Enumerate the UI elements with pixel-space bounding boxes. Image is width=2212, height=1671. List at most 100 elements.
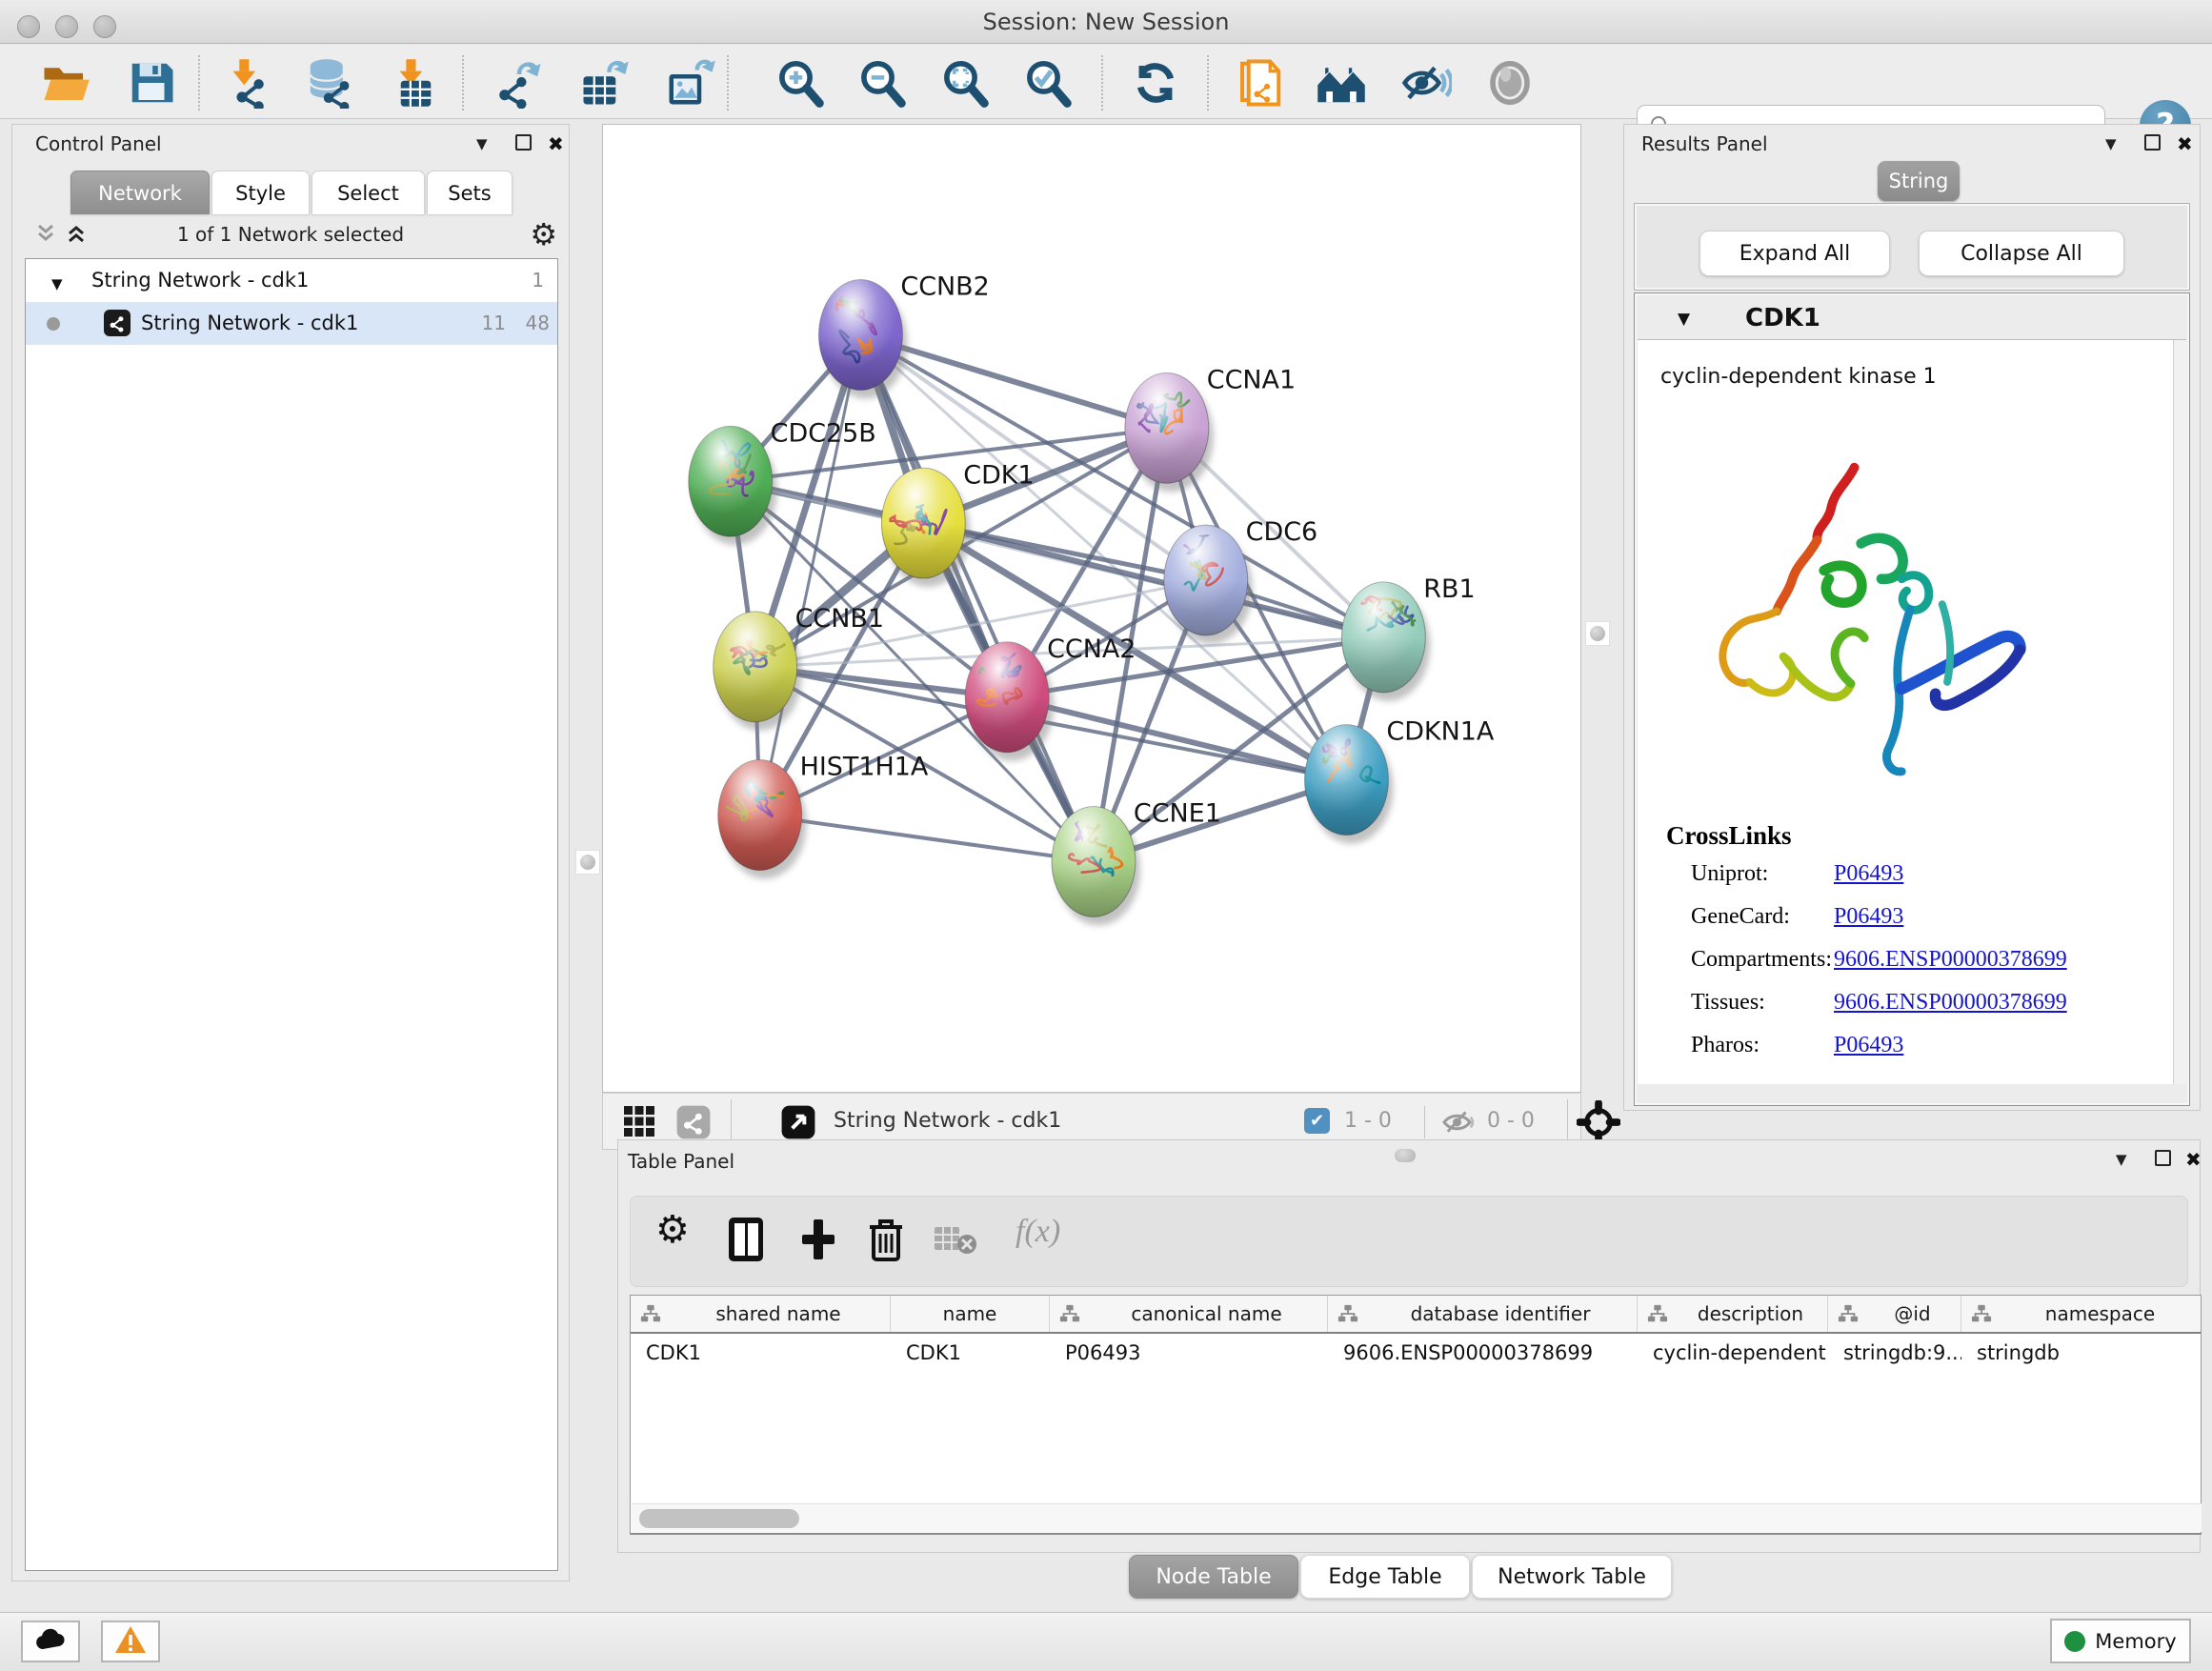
crosslink-pharos-link[interactable]: P06493 (1834, 1033, 1903, 1058)
grid-view-icon[interactable] (622, 1104, 656, 1142)
show-columns-button[interactable] (726, 1216, 766, 1267)
homes-button[interactable] (1316, 57, 1367, 109)
column-header[interactable]: description (1638, 1296, 1828, 1332)
table-panel-menu-button[interactable] (2116, 1148, 2127, 1171)
crosslink-compartments-link[interactable]: 9606.ENSP00000378699 (1834, 947, 2067, 973)
cell-database-identifier[interactable]: 9606.ENSP00000378699 (1328, 1334, 1638, 1374)
tab-select[interactable]: Select (312, 171, 425, 214)
column-header[interactable]: canonical name (1050, 1296, 1328, 1332)
import-network-file-button[interactable] (220, 57, 271, 109)
column-header[interactable]: shared name (631, 1296, 891, 1332)
zoom-selected-button[interactable] (1022, 57, 1074, 109)
crosslink-uniprot-link[interactable]: P06493 (1834, 861, 1903, 887)
zoom-out-button[interactable] (856, 57, 908, 109)
selected-checkbox-icon[interactable] (1304, 1108, 1330, 1134)
network-edge-count: 48 (512, 312, 550, 334)
table-settings-gear-button[interactable] (655, 1208, 690, 1252)
export-image-button[interactable] (665, 57, 716, 109)
column-type-icon (640, 1303, 661, 1324)
tab-network[interactable]: Network (70, 171, 210, 214)
column-header[interactable]: name (891, 1296, 1050, 1332)
tab-node-table[interactable]: Node Table (1129, 1555, 1298, 1599)
column-header[interactable]: @id (1828, 1296, 1961, 1332)
cloud-button[interactable] (21, 1621, 80, 1662)
network-node-ccne1[interactable] (1052, 807, 1140, 926)
import-network-database-button[interactable] (303, 57, 354, 109)
table-row[interactable]: CDK1 CDK1 P06493 9606.ENSP00000378699 cy… (631, 1334, 2201, 1374)
eye-button[interactable] (1484, 57, 1536, 109)
network-canvas[interactable]: CCNB2CCNA1CDC25BCDK1CDC6RB1CCNB1CCNA2CDK… (602, 124, 1581, 1093)
right-splitter-handle[interactable] (1585, 621, 1610, 646)
title-bar: Session: New Session (0, 0, 2212, 44)
network-share-view-icon[interactable] (675, 1104, 712, 1144)
open-session-button[interactable] (40, 57, 91, 109)
control-panel-close-button[interactable] (548, 132, 564, 155)
network-node-rb1[interactable] (1341, 582, 1430, 701)
results-panel-float-button[interactable] (2144, 132, 2161, 155)
tab-sets[interactable]: Sets (427, 171, 513, 214)
table-panel: Table Panel f(x) shared name name (617, 1139, 2201, 1553)
table-panel-close-button[interactable] (2185, 1148, 2202, 1171)
network-options-gear-button[interactable] (530, 216, 557, 252)
network-node-ccnb1[interactable] (714, 612, 802, 731)
table-panel-float-button[interactable] (2155, 1148, 2171, 1171)
network-node-cdc6[interactable] (1159, 525, 1252, 644)
cell-shared-name[interactable]: CDK1 (631, 1334, 891, 1374)
hide-glyphs-button[interactable] (1400, 57, 1452, 109)
control-panel-menu-button[interactable] (476, 132, 488, 155)
import-table-button[interactable] (386, 57, 437, 109)
results-panel-menu-button[interactable] (2105, 132, 2117, 155)
network-node-cdkn1a[interactable] (1305, 725, 1394, 844)
column-header[interactable]: database identifier (1328, 1296, 1638, 1332)
string-document-button[interactable] (1234, 57, 1285, 109)
results-panel-close-button[interactable] (2177, 132, 2193, 155)
network-collection-row[interactable]: String Network - cdk1 1 (26, 259, 557, 302)
refresh-layout-button[interactable] (1130, 57, 1181, 109)
network-node-hist1h1a[interactable] (718, 760, 807, 879)
protein-structure-image (1676, 435, 2057, 807)
tab-style[interactable]: Style (211, 171, 310, 214)
network-row[interactable]: String Network - cdk1 11 48 (26, 302, 557, 345)
save-session-button[interactable] (126, 57, 177, 109)
birdseye-view-icon[interactable] (780, 1104, 816, 1144)
gene-section-header[interactable]: CDK1 (1638, 296, 2186, 340)
zoom-in-button[interactable] (774, 57, 826, 109)
results-scrollbar[interactable] (2173, 340, 2186, 1084)
crosslink-tissues-link[interactable]: 9606.ENSP00000378699 (1834, 990, 2067, 1016)
bottom-splitter-handle[interactable] (1395, 1149, 1416, 1162)
network-edge (760, 815, 1094, 862)
cloud-icon (33, 1624, 68, 1655)
export-table-button[interactable] (579, 57, 631, 109)
expand-collapse-bar: Expand All Collapse All (1634, 203, 2190, 291)
network-selection-bar: 1 of 1 Network selected (12, 216, 569, 254)
cell-canonical-name[interactable]: P06493 (1050, 1334, 1328, 1374)
tab-string[interactable]: String (1878, 161, 1960, 201)
delete-column-button[interactable] (867, 1216, 905, 1267)
column-header[interactable]: namespace (1961, 1296, 2202, 1332)
chevron-down-icon (2116, 1154, 2127, 1168)
cell-description[interactable]: cyclin-dependent ... (1638, 1334, 1828, 1374)
control-panel-float-button[interactable] (515, 132, 532, 155)
cell-name[interactable]: CDK1 (891, 1334, 1050, 1374)
zoom-fit-button[interactable] (939, 57, 991, 109)
memory-button[interactable]: Memory (2050, 1619, 2191, 1663)
left-splitter-handle[interactable] (575, 850, 600, 875)
scrollbar-thumb[interactable] (639, 1509, 799, 1528)
network-node-ccna2[interactable] (962, 642, 1054, 761)
network-node-ccnb2[interactable] (819, 280, 908, 399)
expand-all-button[interactable]: Expand All (1699, 231, 1890, 276)
cell-namespace[interactable]: stringdb (1961, 1334, 2202, 1374)
crosslink-genecard-link[interactable]: P06493 (1834, 904, 1903, 930)
warning-button[interactable] (101, 1621, 160, 1662)
collection-collapse-icon[interactable] (51, 271, 63, 293)
collapse-all-button[interactable]: Collapse All (1919, 231, 2124, 276)
network-node-cdk1[interactable] (881, 468, 970, 587)
section-collapse-icon[interactable] (1678, 310, 1690, 329)
tab-network-table[interactable]: Network Table (1472, 1555, 1672, 1599)
cell-id[interactable]: stringdb:9... (1828, 1334, 1961, 1374)
toolbar-separator (1207, 55, 1209, 111)
export-network-button[interactable] (493, 57, 545, 109)
tab-edge-table[interactable]: Edge Table (1300, 1555, 1470, 1599)
table-horizontal-scrollbar[interactable] (632, 1503, 2202, 1532)
add-column-button[interactable] (798, 1216, 838, 1267)
